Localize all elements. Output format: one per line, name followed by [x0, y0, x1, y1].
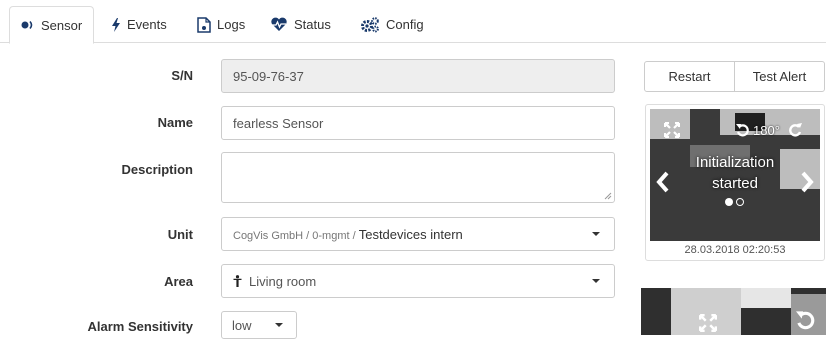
area-label: Area: [164, 274, 193, 289]
description-wrapper: [221, 152, 615, 203]
area-name: Living room: [249, 273, 317, 289]
gears-icon: [360, 16, 380, 33]
lightning-icon: [111, 17, 121, 32]
camera-status-line2: started: [712, 175, 758, 192]
tab-label: Status: [294, 17, 331, 32]
rotate-left-icon[interactable]: [796, 310, 816, 335]
tab-logs[interactable]: Logs: [197, 6, 245, 43]
resize-grip-icon[interactable]: [604, 192, 612, 200]
rotate-left-icon[interactable]: [736, 123, 750, 142]
restart-button[interactable]: Restart: [644, 61, 735, 92]
expand-icon[interactable]: [663, 121, 681, 143]
tab-sensor[interactable]: Sensor: [9, 6, 95, 44]
tab-label: Events: [127, 17, 167, 32]
tab-label: Sensor: [41, 17, 83, 33]
unit-value: CogVis GmbH / 0-mgmt / Testdevices inter…: [233, 227, 463, 242]
chevron-down-icon: [592, 232, 600, 236]
tab-bar: Sensor Events Logs Status Config: [0, 0, 826, 44]
tab-config[interactable]: Config: [360, 6, 424, 43]
tab-status[interactable]: Status: [270, 6, 331, 43]
person-icon: [233, 275, 242, 287]
name-label: Name: [157, 115, 193, 130]
unit-label: Unit: [167, 227, 193, 242]
chevron-down-icon: [592, 279, 600, 283]
sensor-dot-icon: [21, 20, 35, 30]
sn-field: [221, 59, 615, 93]
alarm-sensitivity-label: Alarm Sensitivity: [87, 319, 194, 334]
rotation-value: 180°: [753, 123, 780, 138]
camera-timestamp: 28.03.2018 02:20:53: [684, 244, 786, 256]
alarm-sensitivity-value: low: [232, 317, 252, 333]
slide-indicator-active[interactable]: [725, 198, 733, 206]
sn-label: S/N: [171, 68, 193, 83]
tab-events[interactable]: Events: [111, 6, 167, 43]
camera-status-line1: Initialization: [695, 154, 775, 171]
unit-path: CogVis GmbH / 0-mgmt /: [233, 229, 359, 242]
area-value: Living room: [233, 274, 316, 289]
unit-select[interactable]: CogVis GmbH / 0-mgmt / Testdevices inter…: [221, 217, 615, 251]
tab-label: Logs: [217, 17, 246, 32]
camera-preview-secondary[interactable]: [641, 288, 826, 335]
chevron-down-icon: [275, 323, 283, 327]
unit-name: Testdevices intern: [358, 226, 463, 242]
rotate-right-icon[interactable]: [788, 122, 802, 142]
camera-preview[interactable]: 180° Initialization started: [650, 109, 820, 241]
heartbeat-icon: [270, 17, 288, 32]
name-input[interactable]: [221, 106, 615, 140]
area-select[interactable]: Living room: [221, 264, 615, 298]
depth-region: [741, 288, 791, 308]
description-label: Description: [121, 162, 193, 177]
test-alert-button[interactable]: Test Alert: [734, 61, 825, 92]
document-icon: [197, 16, 211, 33]
expand-icon[interactable]: [698, 313, 718, 335]
tab-label: Config: [386, 17, 424, 32]
slide-indicator[interactable]: [736, 198, 744, 206]
description-textarea[interactable]: [221, 152, 615, 203]
camera-card: 180° Initialization started 28.03.2018 0…: [645, 104, 825, 261]
